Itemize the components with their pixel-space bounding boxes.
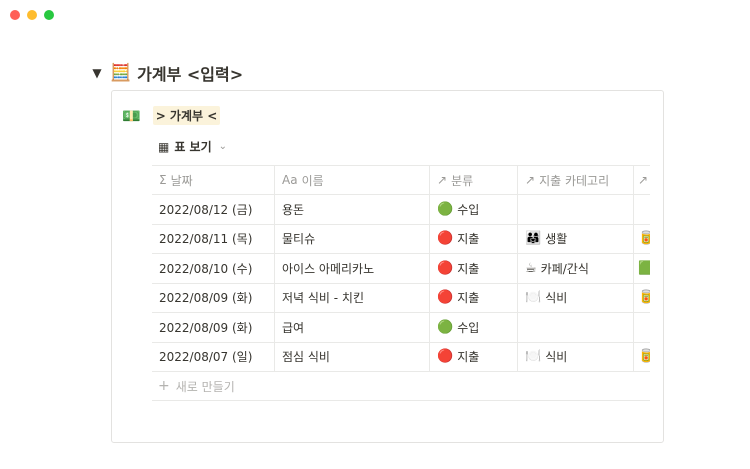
category-icon: 🍽️ [525,349,542,365]
category-label: 식비 [545,291,568,306]
type-cell[interactable]: 🟢 수입 [430,313,518,342]
extra-icon: 🟩 [638,261,650,276]
database-header: 💵 > 가계부 < [122,106,221,125]
window-minimize-button[interactable] [27,10,37,20]
new-row-button[interactable]: + 새로 만들기 [152,372,650,401]
column-type-icon: ↗ [525,173,536,187]
column-type-icon: ↗ [638,173,649,187]
column-type-icon: Aa [282,173,298,187]
type-label: 수입 [457,320,480,335]
new-row-label: 새로 만들기 [175,379,235,394]
category-icon: 👨‍👩‍👧 [525,231,542,247]
category-cell[interactable] [518,313,634,342]
extra-cell[interactable] [634,195,650,224]
toggle-block[interactable]: ▼ 🧮 가계부 <입력> [90,61,243,85]
table-row: 2022/08/10 (수)아이스 아메리카노🔴지출☕카페/간식🟩 [152,254,650,284]
category-icon: ☕ [525,260,537,276]
table-row: 2022/08/11 (목)물티슈🔴지출👨‍👩‍👧생활🥫 [152,224,650,254]
database-title[interactable]: > 가계부 < [152,106,221,125]
type-label: 수입 [457,202,480,217]
category-label: 식비 [545,350,568,365]
column-header[interactable]: ↗ [634,166,650,194]
window-controls [10,10,54,20]
status-dot-icon: 🟢 [437,201,454,217]
extra-cell[interactable] [634,313,650,342]
date-cell[interactable]: 2022/08/10 (수) [152,254,275,283]
column-header[interactable]: ↗ 지출 카테고리 [518,166,634,194]
extra-icon: 🥫 [638,231,650,246]
linked-database-card: 💵 > 가계부 < ▦ 표 보기 ⌄ Σ 날짜 Aa 이름 ↗ 분류 ↗ 지출 카테고리 ↗ 2… [111,90,664,443]
name-cell[interactable]: 저녁 식비 - 치킨 [275,283,430,312]
window-zoom-button[interactable] [44,10,54,20]
column-header[interactable]: ↗ 분류 [430,166,518,194]
status-dot-icon: 🔴 [437,260,454,276]
name-cell[interactable]: 용돈 [275,195,430,224]
column-header[interactable]: Σ 날짜 [152,166,275,194]
column-type-icon: ↗ [437,173,448,187]
name-cell[interactable]: 아이스 아메리카노 [275,254,430,283]
type-label: 지출 [457,261,480,276]
table-row: 2022/08/12 (금) 용돈 🟢 수입 [152,195,650,225]
money-icon: 💵 [122,106,141,125]
toggle-title[interactable]: 가계부 <입력> [137,61,243,85]
date-cell[interactable]: 2022/08/09 (화) [152,313,275,342]
status-dot-icon: 🟢 [437,319,454,335]
table-header-row: Σ 날짜 Aa 이름 ↗ 분류 ↗ 지출 카테고리 ↗ [152,165,650,195]
type-cell[interactable]: 🟢 수입 [430,195,518,224]
date-cell[interactable]: 2022/08/12 (금) [152,195,275,224]
category-label: 생활 [545,232,568,247]
category-cell[interactable]: ☕ 카페/간식 [518,254,634,283]
chevron-down-icon: ⌄ [218,141,228,152]
plus-icon: + [158,378,170,394]
name-cell[interactable]: 물티슈 [275,224,430,253]
column-header[interactable]: Aa 이름 [275,166,430,194]
category-cell[interactable]: 🍽️ 식비 [518,283,634,312]
column-header-label: 날짜 [170,173,193,188]
status-dot-icon: 🔴 [437,231,454,247]
type-label: 지출 [457,350,480,365]
date-cell[interactable]: 2022/08/07 (일) [152,342,275,371]
table-row: 2022/08/09 (화)저녁 식비 - 치킨🔴지출🍽️식비🥫 [152,283,650,313]
category-cell[interactable]: 🍽️ 식비 [518,342,634,371]
window-close-button[interactable] [10,10,20,20]
extra-icon: 🥫 [638,290,650,305]
view-label: 표 보기 [174,140,212,154]
name-cell[interactable]: 점심 식비 [275,342,430,371]
status-dot-icon: 🔴 [437,290,454,306]
type-cell[interactable]: 🔴 지출 [430,224,518,253]
extra-icon: 🥫 [638,349,650,364]
extra-cell[interactable]: 🥫 [634,284,650,313]
view-selector[interactable]: ▦ 표 보기 ⌄ [158,138,227,155]
extra-cell[interactable]: 🟩 [634,254,650,283]
column-header-label: 지출 카테고리 [539,173,610,188]
column-type-icon: Σ [159,173,167,187]
type-cell[interactable]: 🔴 지출 [430,254,518,283]
date-cell[interactable]: 2022/08/09 (화) [152,283,275,312]
extra-cell[interactable]: 🥫 [634,225,650,254]
status-dot-icon: 🔴 [437,349,454,365]
database-table: Σ 날짜 Aa 이름 ↗ 분류 ↗ 지출 카테고리 ↗ 2022/08/12 (금) 용돈 🟢 수입 2… [152,165,650,401]
table-row: 2022/08/09 (화) 급여 🟢 수입 [152,313,650,343]
category-cell[interactable]: 👨‍👩‍👧 생활 [518,224,634,253]
table-row: 2022/08/07 (일)점심 식비🔴지출🍽️식비🥫 [152,342,650,372]
type-label: 지출 [457,291,480,306]
date-cell[interactable]: 2022/08/11 (목) [152,224,275,253]
toggle-arrow-icon[interactable]: ▼ [90,66,104,80]
type-cell[interactable]: 🔴 지출 [430,283,518,312]
category-icon: 🍽️ [525,290,542,306]
type-label: 지출 [457,232,480,247]
type-cell[interactable]: 🔴 지출 [430,342,518,371]
extra-cell[interactable]: 🥫 [634,343,650,372]
abacus-icon: 🧮 [110,63,132,83]
column-header-label: 이름 [301,173,324,188]
category-label: 카페/간식 [540,261,589,276]
category-cell[interactable] [518,195,634,224]
column-header-label: 분류 [451,173,474,188]
name-cell[interactable]: 급여 [275,313,430,342]
table-view-icon: ▦ [158,139,170,154]
